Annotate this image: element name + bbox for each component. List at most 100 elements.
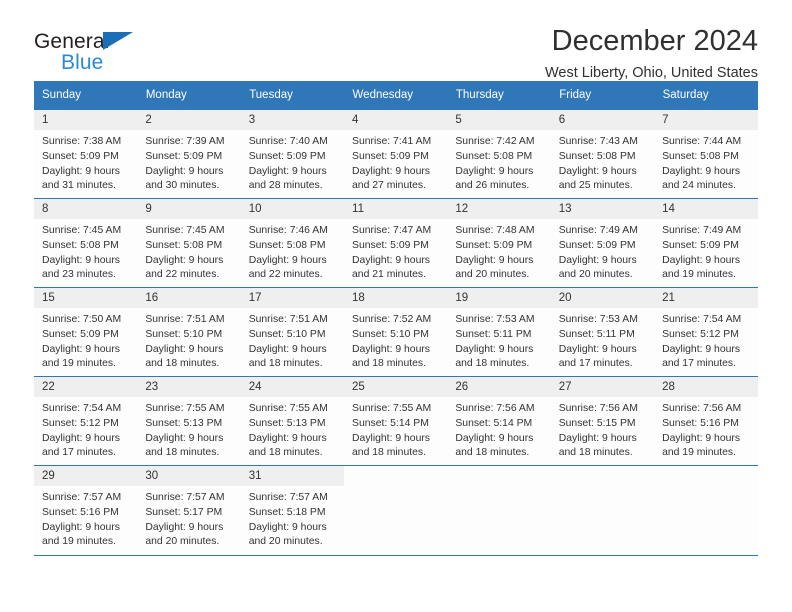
daylight-text-line2: and 19 minutes.	[662, 269, 736, 281]
daylight-text-line1: Daylight: 9 hours	[558, 432, 637, 444]
daylight-text-line2: and 30 minutes.	[145, 180, 220, 192]
day-number: 25	[344, 377, 448, 398]
logo-triangle-icon	[103, 32, 133, 50]
sunset-text: Sunset: 5:09 PM	[352, 239, 429, 251]
generalblue-logo[interactable]: General Blue	[34, 26, 154, 78]
day-info: Sunrise: 7:55 AM Sunset: 5:13 PM Daylight:…	[137, 397, 240, 461]
calendar-day-cell[interactable]: 1 Sunrise: 7:38 AM Sunset: 5:09 PM Daylight…	[34, 109, 138, 199]
day-info: Sunrise: 7:52 AM Sunset: 5:10 PM Daylight:…	[344, 308, 447, 372]
daylight-text-line2: and 20 minutes.	[248, 536, 323, 548]
day-info: Sunrise: 7:51 AM Sunset: 5:10 PM Daylight:…	[241, 308, 344, 372]
sunset-text: Sunset: 5:08 PM	[455, 150, 533, 162]
sunrise-text: Sunrise: 7:48 AM	[455, 225, 535, 237]
weekday-header-tuesday: Tuesday	[240, 81, 345, 110]
daylight-text-line1: Daylight: 9 hours	[352, 254, 431, 266]
calendar-day-cell[interactable]: 10 Sunrise: 7:46 AM Sunset: 5:08 PM Dayligh…	[240, 198, 345, 288]
daylight-text-line2: and 18 minutes.	[352, 358, 426, 370]
calendar-day-cell[interactable]: 9 Sunrise: 7:45 AM Sunset: 5:08 PM Daylight…	[137, 198, 241, 288]
calendar-day-cell[interactable]: 13 Sunrise: 7:49 AM Sunset: 5:09 PM Dayligh…	[550, 198, 655, 288]
calendar-body: 1 Sunrise: 7:38 AM Sunset: 5:09 PM Daylight…	[34, 109, 758, 555]
sunset-text: Sunset: 5:08 PM	[558, 150, 636, 162]
day-number	[447, 466, 551, 485]
day-number: 30	[137, 466, 241, 487]
daylight-text-line2: and 25 minutes.	[558, 180, 633, 192]
daylight-text-line2: and 18 minutes.	[558, 447, 633, 459]
sunset-text: Sunset: 5:11 PM	[558, 328, 635, 340]
sunrise-text: Sunrise: 7:45 AM	[42, 225, 122, 237]
day-number: 6	[550, 110, 655, 131]
day-info: Sunrise: 7:40 AM Sunset: 5:09 PM Daylight:…	[241, 130, 344, 194]
daylight-text-line1: Daylight: 9 hours	[662, 254, 741, 266]
daylight-text-line1: Daylight: 9 hours	[145, 254, 224, 266]
calendar-header-row: Sunday Monday Tuesday Wednesday Thursday…	[34, 81, 759, 110]
calendar-day-cell[interactable]: 28 Sunrise: 7:56 AM Sunset: 5:16 PM Dayligh…	[654, 376, 758, 466]
daylight-text-line2: and 20 minutes.	[558, 269, 633, 281]
daylight-text-line1: Daylight: 9 hours	[42, 165, 120, 177]
calendar-day-cell[interactable]: 17 Sunrise: 7:51 AM Sunset: 5:10 PM Dayligh…	[240, 287, 345, 377]
sunrise-text: Sunrise: 7:55 AM	[145, 403, 225, 415]
day-number: 20	[550, 288, 655, 309]
calendar-day-cell[interactable]: 30 Sunrise: 7:57 AM Sunset: 5:17 PM Dayligh…	[137, 465, 241, 555]
calendar-day-cell[interactable]: 22 Sunrise: 7:54 AM Sunset: 5:12 PM Dayligh…	[34, 376, 138, 466]
calendar-day-cell[interactable]: 31 Sunrise: 7:57 AM Sunset: 5:18 PM Dayligh…	[240, 465, 345, 555]
calendar-day-cell[interactable]: 3 Sunrise: 7:40 AM Sunset: 5:09 PM Daylight…	[240, 109, 345, 199]
calendar-day-cell[interactable]: 16 Sunrise: 7:51 AM Sunset: 5:10 PM Dayligh…	[137, 287, 241, 377]
daylight-text-line1: Daylight: 9 hours	[352, 432, 431, 444]
sunrise-text: Sunrise: 7:49 AM	[558, 225, 638, 237]
daylight-text-line2: and 19 minutes.	[42, 536, 116, 548]
calendar-day-cell[interactable]: 24 Sunrise: 7:55 AM Sunset: 5:13 PM Dayligh…	[240, 376, 345, 466]
calendar-day-cell[interactable]: 14 Sunrise: 7:49 AM Sunset: 5:09 PM Dayligh…	[654, 198, 758, 288]
day-number: 9	[137, 199, 241, 220]
calendar-week-row: 8 Sunrise: 7:45 AM Sunset: 5:08 PM Daylight…	[34, 198, 758, 288]
sunset-text: Sunset: 5:08 PM	[145, 239, 223, 251]
day-number: 15	[34, 288, 138, 309]
day-number: 26	[447, 377, 551, 398]
calendar-day-cell[interactable]: 23 Sunrise: 7:55 AM Sunset: 5:13 PM Dayligh…	[137, 376, 241, 466]
calendar-day-cell[interactable]: 4 Sunrise: 7:41 AM Sunset: 5:09 PM Daylight…	[344, 109, 448, 199]
daylight-text-line2: and 20 minutes.	[145, 536, 220, 548]
sunset-text: Sunset: 5:08 PM	[42, 239, 119, 251]
daylight-text-line2: and 18 minutes.	[248, 358, 323, 370]
sunset-text: Sunset: 5:08 PM	[248, 239, 326, 251]
calendar-day-cell[interactable]: 26 Sunrise: 7:56 AM Sunset: 5:14 PM Dayligh…	[447, 376, 551, 466]
calendar-week-row: 29 Sunrise: 7:57 AM Sunset: 5:16 PM Dayligh…	[34, 465, 758, 555]
daylight-text-line2: and 20 minutes.	[455, 269, 530, 281]
day-number: 19	[447, 288, 551, 309]
calendar-day-cell[interactable]: 12 Sunrise: 7:48 AM Sunset: 5:09 PM Dayligh…	[447, 198, 551, 288]
sunrise-text: Sunrise: 7:42 AM	[455, 136, 535, 148]
daylight-text-line2: and 19 minutes.	[662, 447, 736, 459]
calendar-day-cell[interactable]: 11 Sunrise: 7:47 AM Sunset: 5:09 PM Dayligh…	[344, 198, 448, 288]
calendar-day-cell[interactable]: 15 Sunrise: 7:50 AM Sunset: 5:09 PM Dayligh…	[34, 287, 138, 377]
calendar-day-cell[interactable]: 2 Sunrise: 7:39 AM Sunset: 5:09 PM Daylight…	[137, 109, 241, 199]
calendar-page: General Blue December 2024 West Liberty,…	[0, 0, 792, 612]
daylight-text-line1: Daylight: 9 hours	[558, 254, 637, 266]
calendar-day-cell[interactable]: 6 Sunrise: 7:43 AM Sunset: 5:08 PM Daylight…	[550, 109, 655, 199]
day-info: Sunrise: 7:50 AM Sunset: 5:09 PM Daylight:…	[34, 308, 137, 372]
calendar-day-cell[interactable]: 19 Sunrise: 7:53 AM Sunset: 5:11 PM Dayligh…	[447, 287, 551, 377]
sunrise-text: Sunrise: 7:52 AM	[352, 314, 432, 326]
day-number: 16	[137, 288, 241, 309]
calendar-day-cell[interactable]: 8 Sunrise: 7:45 AM Sunset: 5:08 PM Daylight…	[34, 198, 138, 288]
sunset-text: Sunset: 5:09 PM	[145, 150, 223, 162]
sunset-text: Sunset: 5:09 PM	[455, 239, 533, 251]
page-title: December 2024	[551, 25, 758, 57]
calendar-day-cell[interactable]: 27 Sunrise: 7:56 AM Sunset: 5:15 PM Dayligh…	[550, 376, 655, 466]
calendar-day-cell[interactable]: 20 Sunrise: 7:53 AM Sunset: 5:11 PM Dayligh…	[550, 287, 655, 377]
day-info: Sunrise: 7:51 AM Sunset: 5:10 PM Daylight:…	[137, 308, 240, 372]
day-info: Sunrise: 7:44 AM Sunset: 5:08 PM Daylight:…	[654, 130, 757, 194]
daylight-text-line1: Daylight: 9 hours	[455, 432, 534, 444]
calendar-day-cell[interactable]: 5 Sunrise: 7:42 AM Sunset: 5:08 PM Daylight…	[447, 109, 551, 199]
calendar-day-cell[interactable]: 18 Sunrise: 7:52 AM Sunset: 5:10 PM Dayligh…	[344, 287, 448, 377]
daylight-text-line1: Daylight: 9 hours	[145, 165, 224, 177]
day-number: 1	[34, 110, 138, 131]
weekday-header-friday: Friday	[550, 81, 655, 110]
day-number: 21	[654, 288, 758, 309]
weekday-header-sunday: Sunday	[34, 81, 138, 110]
calendar-day-cell[interactable]: 7 Sunrise: 7:44 AM Sunset: 5:08 PM Daylight…	[654, 109, 758, 199]
day-info: Sunrise: 7:57 AM Sunset: 5:16 PM Daylight:…	[34, 486, 137, 550]
calendar-day-cell[interactable]: 21 Sunrise: 7:54 AM Sunset: 5:12 PM Dayligh…	[654, 287, 758, 377]
calendar-day-cell[interactable]: 25 Sunrise: 7:55 AM Sunset: 5:14 PM Dayligh…	[344, 376, 448, 466]
sunrise-text: Sunrise: 7:56 AM	[455, 403, 535, 415]
daylight-text-line2: and 19 minutes.	[42, 358, 116, 370]
calendar-day-cell[interactable]: 29 Sunrise: 7:57 AM Sunset: 5:16 PM Dayligh…	[34, 465, 138, 555]
